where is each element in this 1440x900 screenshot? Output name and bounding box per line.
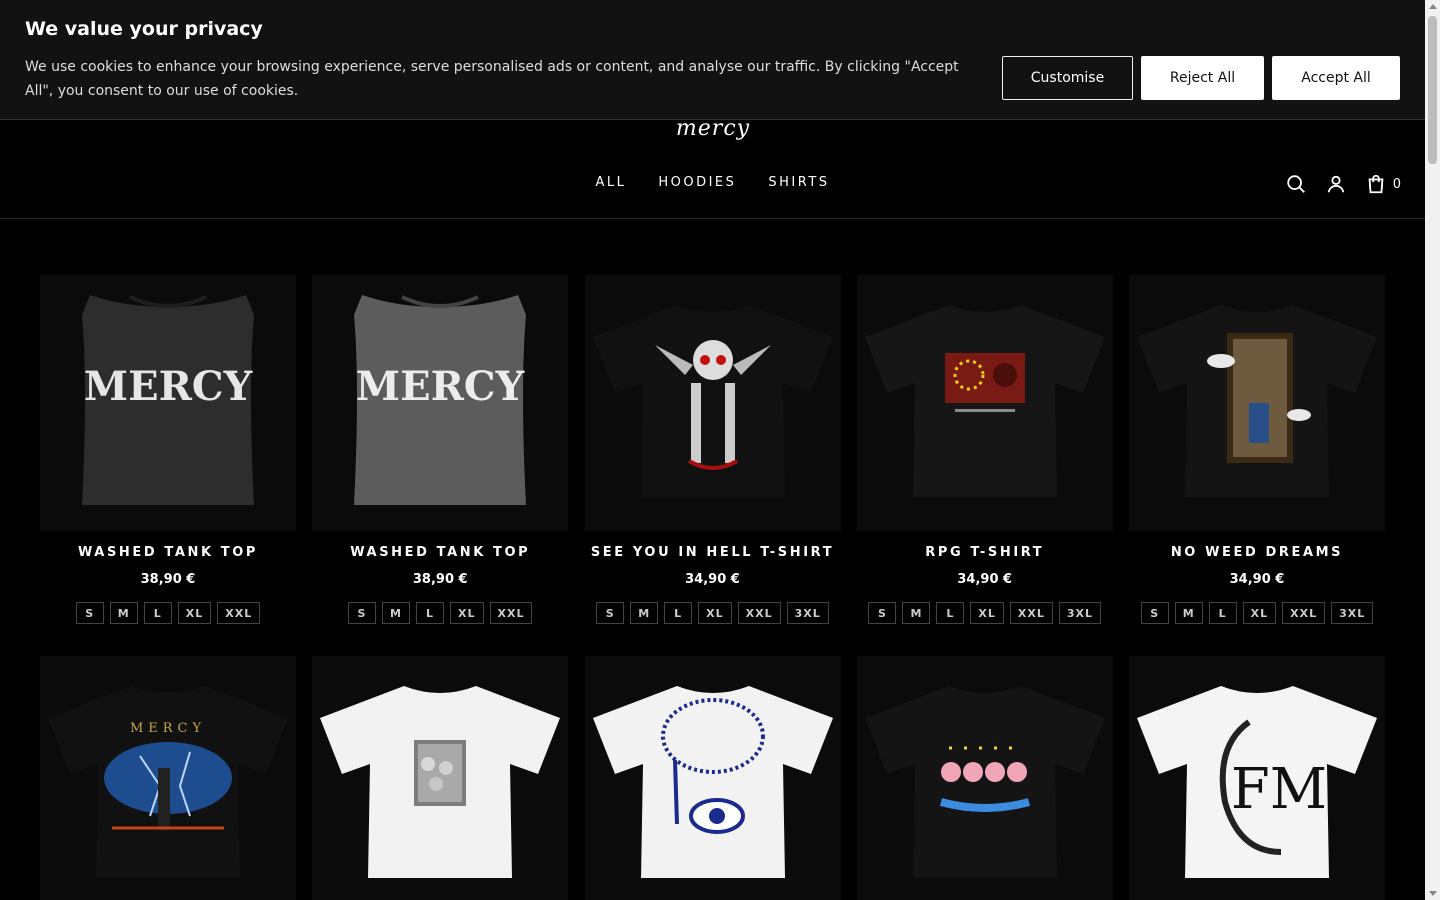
size-option[interactable]: XXL bbox=[1009, 602, 1053, 624]
nav-shirts[interactable]: SHIRTS bbox=[768, 175, 829, 190]
page: mercy ALL HOODIES SHIRTS 0 We value your… bbox=[0, 0, 1440, 900]
size-option[interactable]: XL bbox=[1242, 602, 1277, 624]
size-option[interactable]: M bbox=[1174, 602, 1203, 624]
page-scrollbar[interactable] bbox=[1425, 0, 1440, 900]
product-card[interactable] bbox=[856, 656, 1113, 900]
product-card[interactable]: MERCY bbox=[40, 656, 296, 900]
accept-all-button[interactable]: Accept All bbox=[1272, 56, 1400, 100]
size-option[interactable]: L bbox=[1208, 602, 1237, 624]
size-option[interactable]: 3XL bbox=[786, 602, 829, 624]
print-text: MERCY bbox=[130, 721, 206, 736]
account-icon[interactable] bbox=[1325, 173, 1347, 195]
size-options: S M L XL XXL 3XL bbox=[585, 602, 841, 624]
product-title[interactable]: SEE YOU IN HELL T-SHIRT bbox=[585, 545, 841, 560]
size-option[interactable]: XL bbox=[698, 602, 732, 624]
size-option[interactable]: XXL bbox=[217, 602, 261, 624]
size-options: S M L XL XXL bbox=[312, 602, 568, 624]
cookie-text: We use cookies to enhance your browsing … bbox=[25, 59, 959, 99]
cart-button[interactable]: 0 bbox=[1365, 173, 1401, 195]
scroll-down-arrow[interactable] bbox=[1429, 891, 1437, 896]
size-option[interactable]: 3XL bbox=[1058, 602, 1102, 624]
product-image[interactable] bbox=[312, 656, 569, 900]
scrollbar-thumb[interactable] bbox=[1428, 16, 1437, 164]
size-option[interactable]: S bbox=[868, 602, 897, 624]
product-image[interactable] bbox=[1129, 275, 1385, 531]
product-price: 34,90 € bbox=[957, 572, 1013, 587]
product-image[interactable] bbox=[856, 656, 1113, 900]
nav-hoodies[interactable]: HOODIES bbox=[658, 175, 736, 190]
cart-icon bbox=[1368, 174, 1384, 194]
product-card[interactable]: NO WEED DREAMS 34,90 € S M L XL XXL 3XL bbox=[1129, 275, 1385, 656]
product-title[interactable]: WASHED TANK TOP bbox=[312, 545, 568, 560]
size-option[interactable]: XL bbox=[177, 602, 212, 624]
size-option[interactable]: XXL bbox=[489, 602, 533, 624]
product-price: 34,90 € bbox=[1229, 572, 1285, 587]
size-option[interactable]: S bbox=[596, 602, 625, 624]
product-price: 34,90 € bbox=[685, 572, 740, 587]
product-title[interactable]: NO WEED DREAMS bbox=[1129, 545, 1385, 560]
product-title[interactable]: RPG T-SHIRT bbox=[857, 545, 1113, 560]
size-option[interactable]: M bbox=[382, 602, 410, 624]
size-option[interactable]: XL bbox=[450, 602, 484, 624]
search-icon[interactable] bbox=[1285, 173, 1307, 195]
size-option[interactable]: M bbox=[902, 602, 931, 624]
product-image[interactable] bbox=[584, 656, 841, 900]
product-card[interactable]: RPG T-SHIRT 34,90 € S M L XL XXL 3XL bbox=[856, 275, 1113, 656]
product-image[interactable]: MERCY bbox=[40, 275, 296, 531]
product-grid: MERCY WASHED TANK TOP 38,90 € S M L XL X… bbox=[40, 275, 1385, 900]
size-option[interactable]: 3XL bbox=[1331, 602, 1374, 624]
product-card[interactable] bbox=[312, 656, 569, 900]
reject-all-button[interactable]: Reject All bbox=[1141, 56, 1264, 100]
cookie-title: We value your privacy bbox=[25, 18, 263, 40]
size-option[interactable]: XL bbox=[970, 602, 1004, 624]
size-option[interactable]: M bbox=[109, 602, 138, 624]
print-text: FM bbox=[1231, 757, 1327, 822]
size-option[interactable]: XXL bbox=[1282, 602, 1326, 624]
header-actions: 0 bbox=[1285, 173, 1401, 195]
product-card[interactable]: SEE YOU IN HELL T-SHIRT 34,90 € S M L XL… bbox=[584, 275, 841, 656]
size-options: S M L XL XXL 3XL bbox=[1129, 602, 1385, 624]
size-option[interactable]: L bbox=[936, 602, 965, 624]
size-options: S M L XL XXL bbox=[40, 602, 296, 624]
product-image[interactable]: MERCY bbox=[312, 275, 569, 531]
cookie-banner: We value your privacy We use cookies to … bbox=[0, 0, 1425, 120]
print-text: MERCY bbox=[356, 363, 525, 410]
scroll-up-arrow[interactable] bbox=[1429, 4, 1437, 9]
size-option[interactable]: M bbox=[630, 602, 659, 624]
customise-button[interactable]: Customise bbox=[1002, 56, 1133, 100]
product-card[interactable]: MERCY WASHED TANK TOP 38,90 € S M L XL X… bbox=[312, 275, 569, 656]
product-card[interactable]: MERCY WASHED TANK TOP 38,90 € S M L XL X… bbox=[40, 275, 296, 656]
size-option[interactable]: L bbox=[143, 602, 172, 624]
product-price: 38,90 € bbox=[140, 572, 196, 587]
main-nav: ALL HOODIES SHIRTS bbox=[0, 175, 1425, 190]
product-title[interactable]: WASHED TANK TOP bbox=[40, 545, 296, 560]
product-card[interactable] bbox=[584, 656, 841, 900]
size-option[interactable]: L bbox=[416, 602, 444, 624]
size-option[interactable]: XXL bbox=[737, 602, 781, 624]
size-option[interactable]: L bbox=[664, 602, 693, 624]
size-option[interactable]: S bbox=[1140, 602, 1169, 624]
size-option[interactable]: S bbox=[348, 602, 376, 624]
product-card[interactable]: FM bbox=[1129, 656, 1385, 900]
nav-all[interactable]: ALL bbox=[595, 175, 626, 190]
product-image[interactable] bbox=[584, 275, 841, 531]
product-image[interactable]: MERCY bbox=[40, 656, 296, 900]
product-image[interactable]: FM bbox=[1129, 656, 1385, 900]
print-text: MERCY bbox=[84, 363, 253, 410]
size-option[interactable]: S bbox=[75, 602, 104, 624]
size-options: S M L XL XXL 3XL bbox=[857, 602, 1113, 624]
product-price: 38,90 € bbox=[412, 572, 468, 587]
product-image[interactable] bbox=[856, 275, 1113, 531]
cart-count: 0 bbox=[1392, 176, 1401, 192]
